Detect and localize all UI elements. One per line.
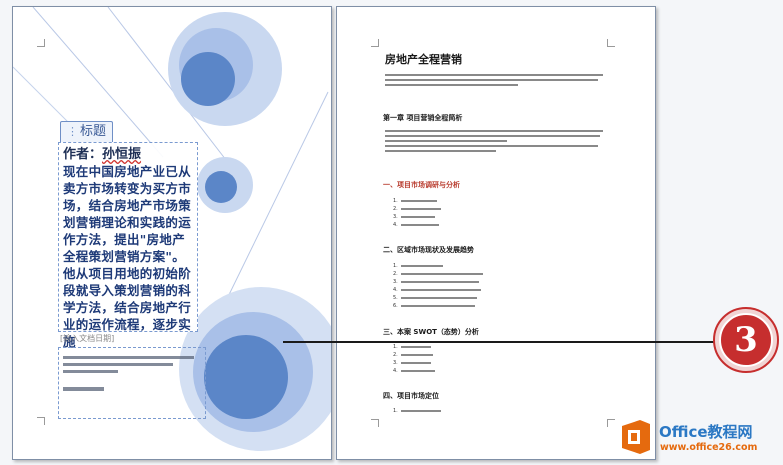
list-item: 2. xyxy=(393,270,483,278)
text-line xyxy=(385,74,603,76)
heading-text: 项目市场调研与分析 xyxy=(397,181,460,189)
list-item: 2. xyxy=(393,205,441,213)
margin-mark xyxy=(607,419,615,427)
list-item: 1. xyxy=(393,197,441,205)
chapter-paragraph xyxy=(385,127,607,155)
abstract-textbox[interactable]: 作者：孙恒振 现在中国房地产业已从卖方市场转变为买方市场，结合房地产市场策划营销… xyxy=(58,142,198,349)
list-1: 1. 2. 3. 4. xyxy=(393,197,441,229)
heading-number: 四、 xyxy=(383,392,397,400)
author-label: 作者： xyxy=(63,147,103,162)
heading-number: 二、 xyxy=(383,246,397,254)
list-item: 4. xyxy=(393,286,483,294)
heading-4: 三、本案 SWOT（态势）分析 xyxy=(383,327,479,337)
list-item: 3. xyxy=(393,359,435,367)
list-item: 5. xyxy=(393,294,483,302)
list-2: 1. 2. 3. 4. 5. 6. xyxy=(393,262,483,310)
margin-mark xyxy=(37,39,45,47)
text-line xyxy=(385,140,508,142)
list-item: 3. xyxy=(393,213,441,221)
list-item: 3. xyxy=(393,278,483,286)
text-line xyxy=(385,145,599,147)
margin-mark xyxy=(37,417,45,425)
list-4: 1. xyxy=(393,407,441,415)
watermark-url[interactable]: www.office26.com xyxy=(660,442,757,453)
drag-handle-icon[interactable]: ⋮ xyxy=(67,125,78,138)
text-line xyxy=(385,130,603,132)
author-name: 孙恒振 xyxy=(102,147,142,162)
list-item: 1. xyxy=(393,407,441,415)
title-content-control-tab[interactable]: ⋮ 标题 xyxy=(60,121,114,142)
content-page: 房地产全程营销 第一章 项目营销全程简析 一、项目市场调研与分析 1. 2. 3… xyxy=(336,6,656,460)
document-viewer-canvas: ⋮ 标题 作者：孙恒振 现在中国房地产业已从卖方市场转变为买方市场，结合房地产市场… xyxy=(0,0,783,465)
date-placeholder[interactable]: [输入文档日期] xyxy=(60,333,114,344)
heading-3: 二、区域市场现状及发展趋势 xyxy=(383,245,474,255)
text-line xyxy=(385,135,601,137)
list-item: 6. xyxy=(393,302,483,310)
document-title: 房地产全程营销 xyxy=(385,53,462,66)
author-line: 作者：孙恒振 xyxy=(63,146,193,163)
cover-page: ⋮ 标题 作者：孙恒振 现在中国房地产业已从卖方市场转变为买方市场，结合房地产市场… xyxy=(12,6,332,460)
heading-2: 一、项目市场调研与分析 xyxy=(383,180,460,190)
list-3: 1. 2. 3. 4. xyxy=(393,343,435,375)
intro-paragraph xyxy=(385,71,607,89)
list-item: 2. xyxy=(393,351,435,359)
margin-mark xyxy=(371,39,379,47)
text-line xyxy=(63,356,195,359)
abstract-text: 现在中国房地产业已从卖方市场转变为买方市场，结合房地产市场策划营销理论和实践的运… xyxy=(63,164,192,349)
heading-1: 第一章 项目营销全程简析 xyxy=(383,113,462,123)
text-line xyxy=(63,363,174,366)
watermark-brand: Office教程网 xyxy=(659,423,753,441)
text-line xyxy=(63,387,105,391)
heading-number: 三、 xyxy=(383,328,397,336)
list-item: 4. xyxy=(393,367,435,375)
list-item: 4. xyxy=(393,221,441,229)
heading-text: 区域市场现状及发展趋势 xyxy=(397,246,474,254)
margin-mark xyxy=(607,39,615,47)
office-logo-icon xyxy=(622,420,650,454)
margin-mark xyxy=(371,419,379,427)
publisher-textbox[interactable] xyxy=(58,347,206,419)
callout-pointer-line xyxy=(283,341,717,343)
heading-text: 项目市场定位 xyxy=(397,392,439,400)
text-line xyxy=(385,79,599,81)
callout-number: 3 xyxy=(734,320,758,360)
heading-number: 一、 xyxy=(383,181,397,189)
list-item: 1. xyxy=(393,262,483,270)
heading-text: 项目营销全程简析 xyxy=(406,114,463,122)
heading-number: 第一章 xyxy=(383,114,404,122)
text-line xyxy=(63,370,119,373)
heading-5: 四、项目市场定位 xyxy=(383,391,439,401)
text-line xyxy=(385,84,519,86)
text-line xyxy=(385,150,496,152)
title-tag-label: 标题 xyxy=(80,124,107,139)
heading-text: 本案 SWOT（态势）分析 xyxy=(397,328,479,336)
list-item: 1. xyxy=(393,343,435,351)
